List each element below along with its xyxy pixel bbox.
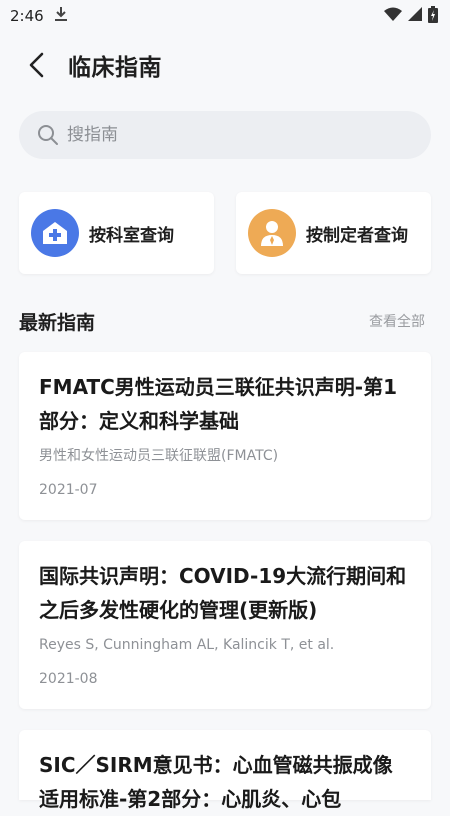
guide-author: 男性和女性运动员三联征联盟(FMATC)	[39, 448, 279, 464]
guide-card[interactable]: 国际共识声明：COVID-19大流行期间和之后多发性硬化的管理(更新版) Rey…	[19, 541, 431, 709]
page-title: 临床指南	[68, 55, 162, 81]
search-bar[interactable]	[19, 111, 431, 159]
section-title: 最新指南	[19, 311, 96, 334]
search-icon	[38, 125, 58, 145]
search-input[interactable]	[65, 124, 399, 146]
guide-card[interactable]: FMATC男性运动员三联征共识声明-第1部分：定义和科学基础 男性和女性运动员三…	[19, 352, 431, 520]
status-time: 2:46	[10, 7, 44, 25]
query-by-author-label: 按制定者查询	[306, 225, 408, 246]
back-button[interactable]	[16, 45, 56, 85]
guide-title: FMATC男性运动员三联征共识声明-第1部分：定义和科学基础	[39, 375, 398, 433]
status-bar: 2:46	[0, 0, 450, 32]
query-by-department-label: 按科室查询	[89, 225, 174, 246]
view-all-link[interactable]: 查看全部	[369, 311, 425, 331]
guide-author: Reyes S, Cunningham AL, Kalincik T, et a…	[39, 637, 335, 653]
section-header: 最新指南 查看全部	[19, 305, 431, 337]
guide-title: 国际共识声明：COVID-19大流行期间和之后多发性硬化的管理(更新版)	[39, 564, 407, 622]
signal-icon	[408, 7, 422, 25]
guide-title: SIC／SIRM意见书：心血管磁共振成像适用标准-第2部分：心肌炎、心包	[39, 753, 393, 811]
back-arrow-icon	[29, 52, 44, 78]
wifi-icon	[384, 7, 402, 25]
guide-date: 2021-07	[39, 482, 98, 498]
person-icon	[248, 209, 296, 257]
hospital-icon	[31, 209, 79, 257]
guide-date: 2021-08	[39, 671, 98, 687]
battery-icon	[428, 5, 438, 27]
download-icon	[54, 6, 68, 26]
app-header: 临床指南	[0, 36, 450, 94]
query-by-department-button[interactable]: 按科室查询	[19, 192, 214, 274]
query-by-author-button[interactable]: 按制定者查询	[236, 192, 431, 274]
guide-card[interactable]: SIC／SIRM意见书：心血管磁共振成像适用标准-第2部分：心肌炎、心包	[19, 730, 431, 811]
